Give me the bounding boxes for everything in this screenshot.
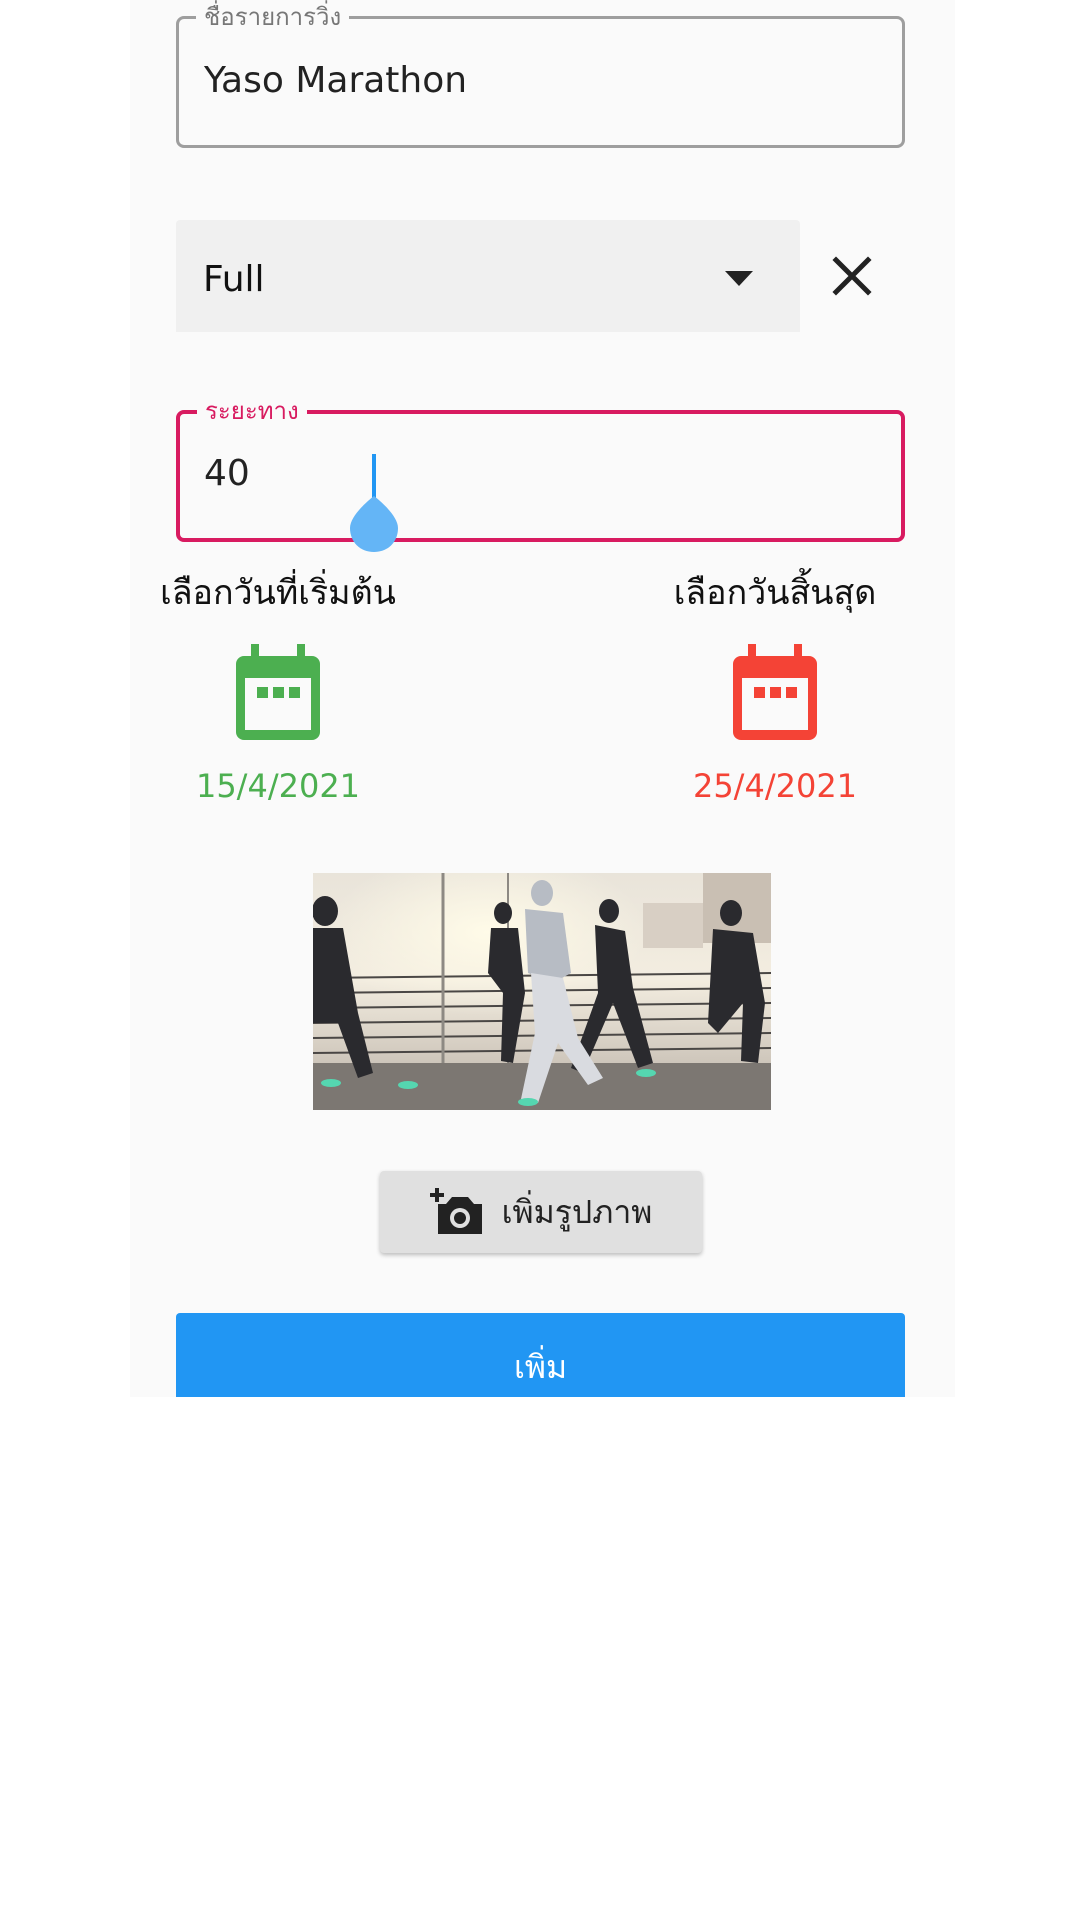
start-date-title: เลือกวันที่เริ่มต้น: [160, 573, 396, 613]
add-photo-camera-icon: [429, 1188, 482, 1234]
cursor-handle-icon[interactable]: [348, 494, 400, 554]
distance-label: ระยะทาง: [197, 396, 307, 426]
run-name-field[interactable]: ชื่อรายการวิ่ง Yaso Marathon: [176, 2, 905, 148]
start-date-picker[interactable]: เลือกวันที่เริ่มต้น 15/4/2021: [130, 570, 448, 806]
distance-field[interactable]: ระยะทาง 40: [176, 396, 905, 542]
run-name-label: ชื่อรายการวิ่ง: [196, 2, 350, 32]
event-photo: [313, 873, 771, 1110]
close-icon[interactable]: [822, 246, 882, 306]
run-name-value[interactable]: Yaso Marathon: [204, 59, 467, 103]
end-date-value: 25/4/2021: [692, 767, 858, 805]
calendar-icon[interactable]: [731, 644, 819, 742]
distance-type-dropdown[interactable]: Full: [176, 220, 800, 332]
end-date-title: เลือกวันสิ้นสุด: [673, 573, 877, 613]
distance-value[interactable]: 40: [204, 452, 250, 496]
add-photo-button[interactable]: เพิ่มรูปภาพ: [380, 1171, 702, 1253]
dropdown-selected-value: Full: [203, 259, 265, 300]
start-date-value: 15/4/2021: [195, 767, 361, 805]
add-photo-label: เพิ่มรูปภาพ: [501, 1192, 653, 1231]
add-button[interactable]: เพิ่ม: [176, 1313, 905, 1397]
dropdown-arrow-icon: [725, 271, 753, 286]
end-date-picker[interactable]: เลือกวันสิ้นสุด 25/4/2021: [605, 570, 945, 806]
form-panel: ชื่อรายการวิ่ง Yaso Marathon Full ระยะทา…: [130, 0, 955, 1397]
calendar-icon[interactable]: [234, 644, 322, 742]
